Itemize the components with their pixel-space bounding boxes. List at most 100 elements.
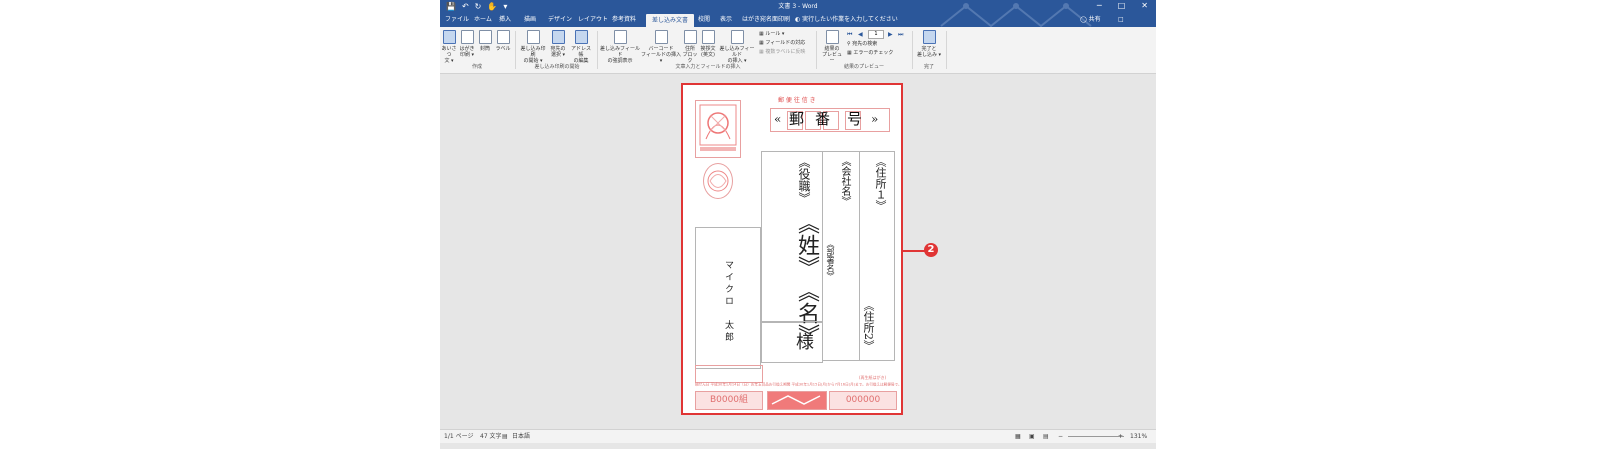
- proofing-icon[interactable]: ▤: [502, 433, 508, 440]
- tab-references[interactable]: 参考資料: [612, 16, 636, 24]
- recipients-icon: [551, 30, 565, 44]
- callout-line: [901, 250, 925, 252]
- finish-merge-button[interactable]: 完了と 差し込み ▾: [916, 30, 942, 58]
- highlight-icon: [613, 30, 627, 44]
- previous-record-icon[interactable]: ◀: [858, 31, 863, 38]
- zoom-slider[interactable]: [1068, 436, 1124, 437]
- group-label-insert: 文章入力とフィールドの挿入: [675, 64, 741, 70]
- sender-box[interactable]: マイクロ 太郎: [695, 227, 761, 369]
- tab-layout[interactable]: レイアウト: [578, 16, 608, 24]
- zip-open-mark: «: [774, 112, 782, 126]
- web-layout-icon[interactable]: ▤: [1043, 433, 1049, 440]
- postage-stamp-image: [695, 100, 741, 158]
- record-number-input[interactable]: 1: [868, 30, 884, 39]
- lottery-logo-icon: [771, 395, 821, 405]
- greeting-line-button[interactable]: 挨拶文 (英文): [699, 30, 717, 58]
- magnifier-icon: [825, 30, 839, 44]
- highlight-fields-button[interactable]: 差し込みフィールド の強調表示: [600, 30, 640, 64]
- envelope-icon: [478, 30, 492, 44]
- lottery-number-box: 000000: [829, 391, 897, 410]
- tab-review[interactable]: 校閲: [698, 16, 710, 24]
- lottery-group-box: B0000組: [695, 391, 763, 410]
- tab-postcard-printing[interactable]: はがき宛名面印刷: [742, 16, 790, 24]
- label-button[interactable]: ラベル: [494, 30, 512, 52]
- first-record-icon[interactable]: ⏮: [847, 31, 852, 38]
- address-block-icon: [683, 30, 697, 44]
- close-button[interactable]: ✕: [1141, 1, 1148, 11]
- tab-mailings[interactable]: 差し込み文書: [646, 14, 695, 27]
- select-recipients-button[interactable]: 宛先の 選択 ▾: [548, 30, 568, 58]
- group-label-finish: 完了: [923, 64, 934, 70]
- ribbon-tab-bar: ファイル ホーム 挿入 描画 デザイン レイアウト 参考資料 差し込み文書 校閲…: [440, 3, 1156, 28]
- word-window: 💾 ↶ ↻ ✋ ▾ 文書 3 - Word ─ □ ✕ ファイル ホーム 挿入 …: [440, 0, 1156, 449]
- person-icon: ◯: [1080, 16, 1089, 23]
- greeting-button[interactable]: あいさつ文 ▾: [440, 30, 458, 64]
- word-count[interactable]: 47 文字: [480, 433, 502, 440]
- status-bar: 1/1 ページ 47 文字 ▤ 日本語 ▦ ▣ ▤ − + 131%: [440, 429, 1156, 443]
- barcode-field-button[interactable]: バーコード フィールドの挿入 ▾: [641, 30, 681, 64]
- comments-icon[interactable]: □: [1118, 16, 1124, 24]
- group-label-start: 差し込み印刷の開始: [534, 64, 580, 70]
- sender-zip-box[interactable]: [695, 365, 763, 383]
- read-mode-icon[interactable]: ▦: [1015, 433, 1021, 440]
- preview-results-button[interactable]: 結果の プレビュー: [821, 30, 843, 64]
- address-box[interactable]: 《住所１》 《住所2》: [859, 151, 895, 361]
- share-button[interactable]: ◯ 共有: [1080, 16, 1101, 24]
- envelope-button[interactable]: 封筒: [476, 30, 494, 52]
- print-layout-icon[interactable]: ▣: [1029, 433, 1035, 440]
- last-name-field: 《姓》: [794, 212, 819, 278]
- postcard-print-button[interactable]: はがき 印刷 ▾: [458, 30, 476, 58]
- start-mail-merge-button[interactable]: 差し込み印刷 の開始 ▾: [520, 30, 546, 64]
- tab-draw[interactable]: 描画: [524, 16, 536, 24]
- last-record-icon[interactable]: ⏭: [898, 31, 903, 38]
- group-label-preview: 結果のプレビュー: [843, 64, 884, 70]
- tab-home[interactable]: ホーム: [474, 16, 492, 24]
- tab-insert[interactable]: 挿入: [499, 16, 511, 24]
- zip-char: 郵: [789, 110, 805, 128]
- tab-design[interactable]: デザイン: [548, 16, 572, 24]
- language-indicator[interactable]: 日本語: [512, 433, 530, 440]
- company-field: 《会社名》: [839, 156, 850, 206]
- address-block-button[interactable]: 住所 ブロック: [682, 30, 698, 64]
- find-recipient-button[interactable]: ⚲ 宛先の検索: [847, 41, 877, 48]
- postmark-image: [703, 163, 733, 199]
- group-label-create: 作成: [471, 64, 482, 70]
- minimize-button[interactable]: ─: [1097, 1, 1102, 11]
- update-labels-button[interactable]: ▦ 複数ラベルに反映: [759, 49, 805, 56]
- group-separator: [946, 31, 947, 69]
- edit-recipient-list-button[interactable]: アドレス帳 の編集: [570, 30, 592, 64]
- lottery-note: 抽せん日 平成30年1月14日（日）お年玉賞品お引換え期間 平成30年1月15日…: [695, 382, 902, 387]
- zip-caption: 郵 便 往 信 き: [778, 97, 816, 104]
- tab-view[interactable]: 表示: [720, 16, 732, 24]
- stamp-icon: [699, 104, 737, 151]
- zoom-level[interactable]: 131%: [1130, 433, 1147, 440]
- recipient-name-box[interactable]: 《役職》 《姓》 《名》: [761, 151, 823, 346]
- insert-merge-field-button[interactable]: 差し込みフィールド の挿入 ▾: [718, 30, 756, 64]
- callout-marker: 2: [924, 243, 938, 257]
- zoom-in-button[interactable]: +: [1118, 433, 1123, 440]
- zip-code-field[interactable]: « 郵 番 号 »: [770, 108, 890, 132]
- page-count[interactable]: 1/1 ページ: [444, 433, 473, 440]
- tell-me-box[interactable]: ◐ 実行したい作業を入力してください: [795, 16, 898, 24]
- rules-button[interactable]: ▦ ルール ▾: [759, 31, 784, 38]
- otoshidama-logo: [767, 391, 827, 410]
- dept-field: 《部署名》: [826, 240, 835, 280]
- zip-char: 番: [815, 110, 831, 128]
- next-record-icon[interactable]: ▶: [888, 31, 893, 38]
- check-errors-button[interactable]: ▦ エラーのチェック: [847, 50, 893, 57]
- background-pattern-icon: [940, 3, 1092, 28]
- greeting-line-icon: [701, 30, 715, 44]
- match-fields-button[interactable]: ▦ フィールドの対応: [759, 40, 805, 47]
- postcard-page[interactable]: 郵 便 往 信 き « 郵 番 号 » 《役職》 《姓》 《名》 様 《会社名》…: [681, 83, 903, 415]
- zoom-out-button[interactable]: −: [1058, 433, 1063, 440]
- address-line1-field: 《住所１》: [874, 156, 887, 211]
- honorific-text: 様: [793, 332, 814, 350]
- tab-file[interactable]: ファイル: [445, 16, 469, 24]
- zip-close-mark: »: [871, 112, 879, 126]
- maximize-button[interactable]: □: [1118, 1, 1126, 11]
- address-book-icon: [574, 30, 588, 44]
- honorific-box[interactable]: 様: [761, 321, 823, 363]
- greeting-icon: [442, 30, 456, 44]
- company-box[interactable]: 《会社名》 《部署名》: [822, 151, 860, 361]
- window-controls: ─ □ ✕: [1097, 1, 1148, 11]
